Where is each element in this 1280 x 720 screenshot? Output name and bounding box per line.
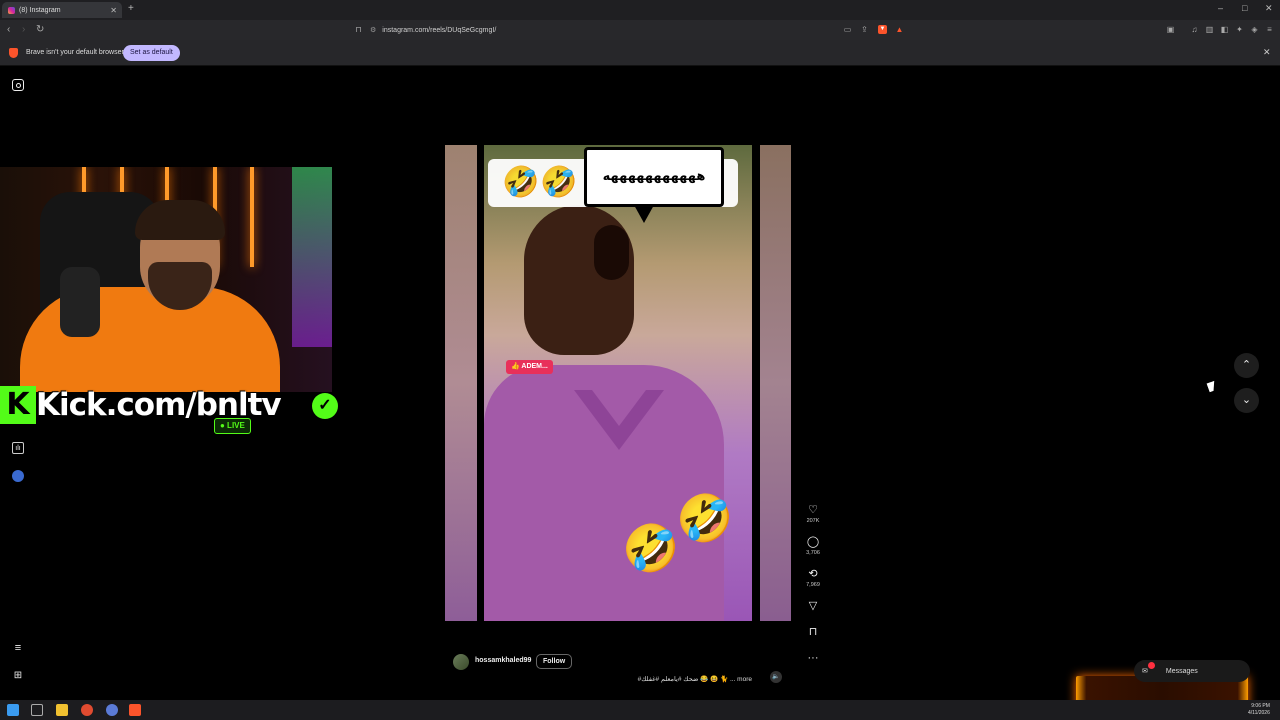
tab-instagram[interactable]: (8) Instagram ✕	[2, 2, 122, 18]
infobar-close-icon[interactable]: ✕	[1263, 47, 1271, 58]
maximize-button[interactable]: □	[1242, 3, 1247, 13]
led-light	[250, 167, 254, 267]
windows-start-icon[interactable]	[7, 704, 19, 716]
send-icon[interactable]: ▽	[803, 600, 823, 612]
brave-taskbar-icon[interactable]	[129, 704, 141, 716]
mute-toggle-icon[interactable]: 🔈	[770, 671, 782, 683]
forward-button[interactable]: ›	[22, 24, 25, 35]
streamer-hair	[135, 200, 225, 240]
save-action[interactable]: ⊓	[803, 626, 823, 638]
profile-avatar-icon[interactable]	[12, 470, 24, 482]
cast-icon[interactable]: ▭	[843, 25, 852, 34]
leo-ai-icon[interactable]: ✦	[1235, 25, 1244, 34]
extensions-icon[interactable]: ◧	[1220, 25, 1229, 34]
reel-blur-right	[760, 145, 791, 621]
file-explorer-icon[interactable]	[56, 704, 68, 716]
tab-title: (8) Instagram	[19, 6, 61, 14]
live-badge: ● LIVE	[214, 418, 251, 434]
brave-rewards-icon[interactable]: ▲	[895, 25, 904, 34]
reels-insights-icon[interactable]: ılı	[12, 442, 24, 454]
comment-count: 3,706	[806, 550, 820, 556]
more-options-icon[interactable]: ···	[803, 652, 823, 664]
speech-bubble-tail	[634, 205, 654, 223]
infobar-message: Brave isn't your default browser	[26, 49, 124, 56]
address-bar: ‹ › ↻ ⊓ ⚙ instagram.com/reels/DUqSeGcgmg…	[0, 20, 1280, 40]
comment-action[interactable]: ◯ 3,706	[803, 536, 823, 556]
laughing-emoji: 🤣	[540, 166, 578, 199]
tab-bar: (8) Instagram ✕ + – □ ✕	[0, 0, 1280, 20]
new-tab-button[interactable]: +	[128, 3, 134, 14]
kick-logo: K	[0, 386, 36, 424]
microphone	[60, 267, 100, 337]
reel-video[interactable]: 🤣 🤣 هههههههههههه 👍 ADEM... 🤣 🤣	[484, 145, 752, 621]
music-icon[interactable]: ♫	[1190, 25, 1199, 34]
set-default-button[interactable]: Set as default	[123, 45, 180, 61]
verified-check-icon: ✓	[312, 393, 338, 419]
messages-label: Messages	[1165, 667, 1198, 675]
share-action[interactable]: ▽	[803, 600, 823, 612]
like-count: 207K	[806, 518, 820, 524]
wallet-icon[interactable]: ▣	[1166, 25, 1175, 34]
streamer-hoodie	[20, 287, 280, 392]
clock-date: 4/11/2026	[1248, 710, 1270, 716]
minimize-button[interactable]: –	[1218, 3, 1223, 13]
system-clock[interactable]: 9:06 PM 4/11/2026	[1248, 703, 1270, 717]
app-icon[interactable]	[106, 704, 118, 716]
video-person-mouth	[594, 225, 629, 280]
instagram-logo-icon[interactable]	[12, 79, 24, 91]
close-window-button[interactable]: ✕	[1265, 3, 1273, 14]
menu-icon[interactable]: ≡	[1265, 25, 1274, 34]
neon-shelf	[292, 167, 332, 347]
more-menu-icon[interactable]: ≡	[12, 642, 24, 654]
reel-blur-left	[445, 145, 477, 621]
video-watermark-tag: 👍 ADEM...	[506, 360, 553, 374]
repost-count: 7,969	[806, 582, 820, 588]
share-icon[interactable]: ⇪	[860, 25, 869, 34]
author-username[interactable]: hossamkhaled99	[475, 657, 531, 664]
heart-icon[interactable]: ♡	[803, 504, 823, 516]
windows-taskbar	[0, 700, 1280, 720]
url-field[interactable]: ⚙ instagram.com/reels/DUqSeGcgmgI/	[370, 23, 910, 37]
messages-send-icon: ✉	[1142, 668, 1148, 675]
brave-shields-icon[interactable]: ▼	[878, 25, 887, 34]
default-browser-infobar: Brave isn't your default browser Set as …	[0, 40, 1280, 66]
repost-icon[interactable]: ⟲	[803, 568, 823, 580]
laughing-emoji: 🤣	[502, 166, 540, 199]
webcam-overlay	[0, 167, 332, 392]
bookmark-icon[interactable]: ⊓	[803, 626, 823, 638]
laughing-emoji: 🤣	[676, 492, 734, 544]
laughing-emoji: 🤣	[622, 522, 680, 574]
tab-close-icon[interactable]: ✕	[110, 6, 117, 15]
follow-button[interactable]: Follow	[536, 654, 573, 669]
messages-unread-badge	[1148, 662, 1155, 669]
brave-logo-icon	[9, 48, 18, 58]
reel-caption[interactable]: #ضحك #يامعلم #غفلك 😂 😆 🐈 ... more	[560, 675, 752, 683]
previous-reel-button[interactable]: ⌃	[1234, 353, 1259, 378]
like-action[interactable]: ♡ 207K	[803, 504, 823, 524]
reload-icon[interactable]: ↻	[36, 24, 44, 35]
more-action[interactable]: ···	[803, 652, 823, 664]
also-from-meta-icon[interactable]: ⊞	[12, 670, 24, 682]
author-avatar[interactable]	[453, 654, 469, 670]
reel-letterbox	[445, 75, 791, 145]
speech-bubble: هههههههههههه	[584, 147, 724, 207]
chrome-icon[interactable]	[81, 704, 93, 716]
sidebar-icon[interactable]: ▥	[1205, 25, 1214, 34]
url-text: instagram.com/reels/DUqSeGcgmgI/	[382, 26, 497, 34]
repost-action[interactable]: ⟲ 7,969	[803, 568, 823, 588]
back-button[interactable]: ‹	[7, 24, 10, 35]
comment-icon[interactable]: ◯	[803, 536, 823, 548]
vpn-icon[interactable]: ◈	[1250, 25, 1259, 34]
clock-time: 9:06 PM	[1251, 703, 1270, 709]
site-info-icon[interactable]: ⚙	[370, 26, 376, 34]
task-view-icon[interactable]	[31, 704, 43, 716]
next-reel-button[interactable]: ⌄	[1234, 388, 1259, 413]
bookmark-icon[interactable]: ⊓	[354, 25, 363, 34]
instagram-favicon-icon	[8, 6, 15, 14]
